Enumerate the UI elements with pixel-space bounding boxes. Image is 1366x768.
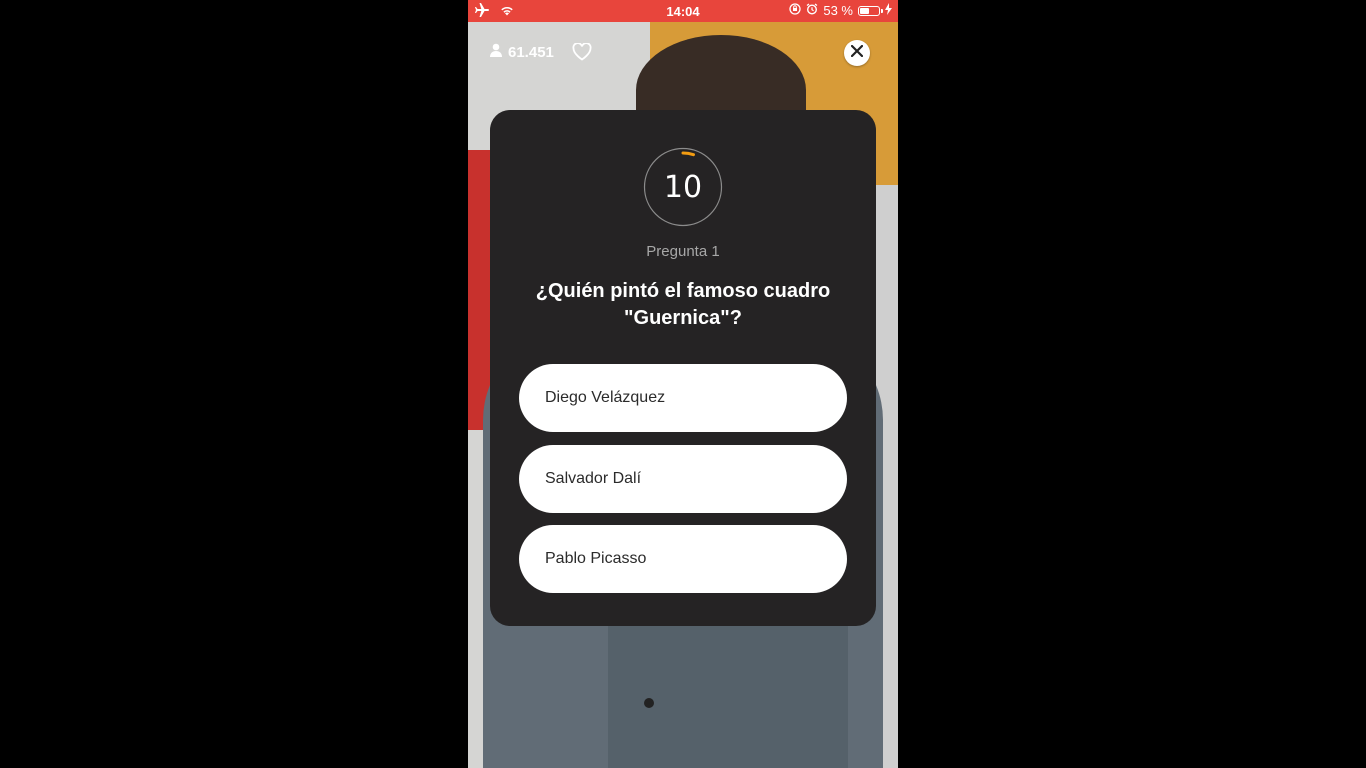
battery-percent: 53 % xyxy=(823,3,853,18)
answer-label: Salvador Dalí xyxy=(545,470,642,487)
close-button[interactable] xyxy=(844,40,870,66)
battery-icon xyxy=(858,5,883,16)
answer-label: Pablo Picasso xyxy=(545,550,647,567)
close-icon xyxy=(850,44,864,62)
question-text: ¿Quién pintó el famoso cuadro "Guernica"… xyxy=(535,280,831,329)
user-icon xyxy=(490,43,502,61)
phone-screen: 14:04 53 % 61.451 10 Pregunta 1 ¿Quién p… xyxy=(468,0,898,768)
orientation-lock-icon xyxy=(789,3,802,18)
timer-value: 10 xyxy=(663,169,703,205)
heart-icon xyxy=(572,42,592,65)
status-bar: 14:04 53 % xyxy=(468,0,898,22)
countdown-timer: 10 xyxy=(642,146,724,228)
answer-option[interactable]: Diego Velázquez xyxy=(519,364,847,432)
charging-bolt-icon xyxy=(885,3,892,18)
viewer-counter: 61.451 xyxy=(490,43,554,61)
like-button[interactable] xyxy=(572,42,592,66)
question-number: Pregunta 1 xyxy=(646,243,720,260)
answer-option[interactable]: Pablo Picasso xyxy=(519,525,847,593)
answer-option[interactable]: Salvador Dalí xyxy=(519,445,847,513)
answer-label: Diego Velázquez xyxy=(545,389,666,406)
question-card: 10 Pregunta 1 ¿Quién pintó el famoso cua… xyxy=(490,110,876,626)
viewer-count: 61.451 xyxy=(508,43,554,61)
alarm-icon xyxy=(806,3,818,18)
